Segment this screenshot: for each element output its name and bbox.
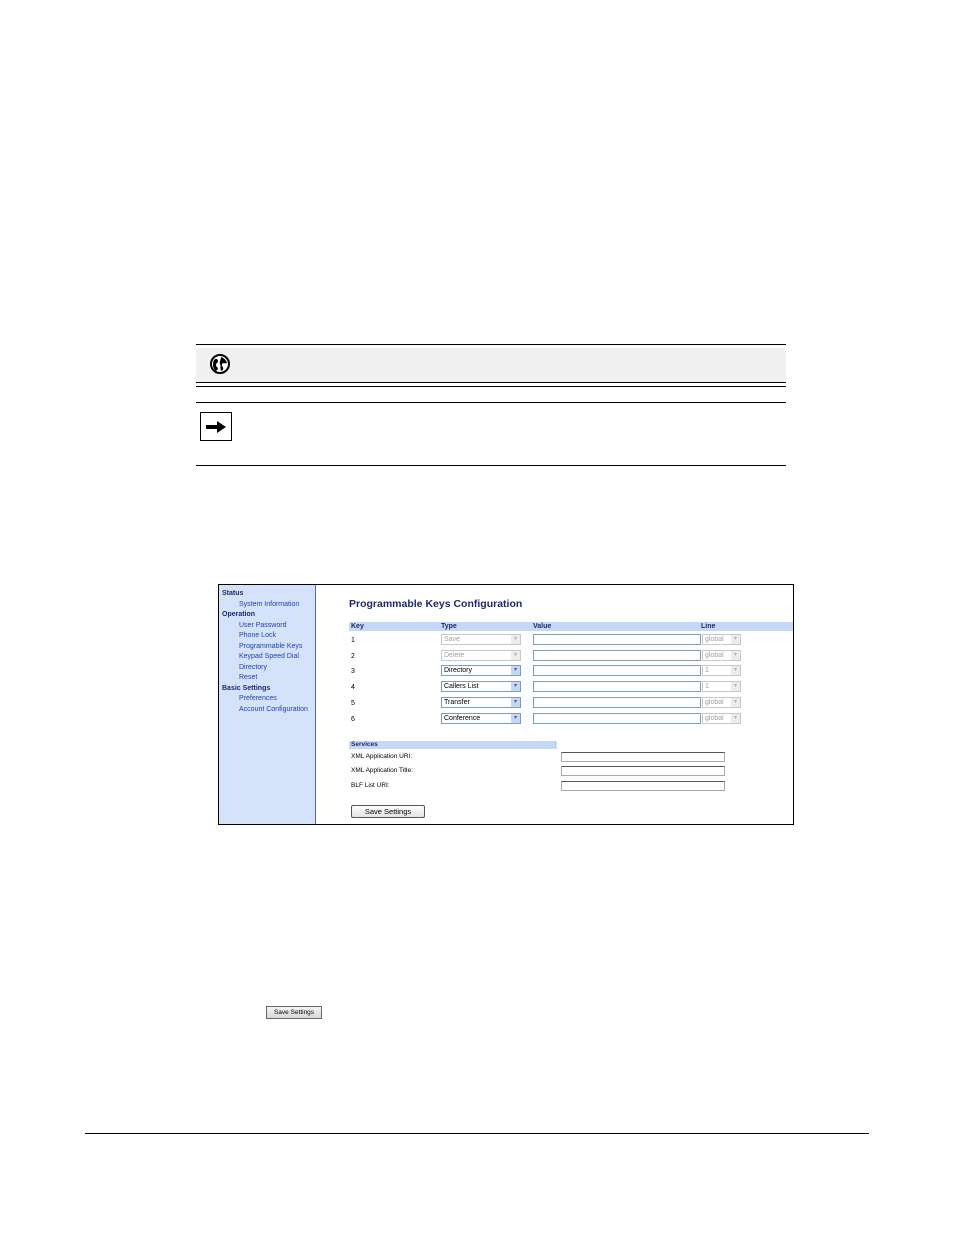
- web-ui-screenshot: Status System Information Operation User…: [218, 584, 794, 825]
- save-settings-button[interactable]: Save Settings: [351, 805, 425, 818]
- value-input[interactable]: [533, 665, 701, 677]
- note-mid-rule-2: [196, 386, 786, 387]
- sidebar-item-keypad-speed-dial[interactable]: Keypad Speed Dial: [219, 652, 315, 663]
- type-select[interactable]: Transfer ▾: [441, 696, 521, 708]
- chevron-down-icon: ▾: [511, 635, 520, 644]
- page-title: Programmable Keys Configuration: [349, 598, 523, 610]
- sidebar-heading-operation[interactable]: Operation: [219, 610, 315, 621]
- line-select: global ▾: [702, 712, 741, 724]
- chevron-down-icon: ▾: [511, 650, 520, 660]
- value-input[interactable]: [533, 649, 701, 661]
- inline-save-settings-button[interactable]: Save Settings: [266, 1006, 322, 1019]
- sidebar-item-preferences[interactable]: Preferences: [219, 694, 315, 705]
- chevron-down-icon: ▾: [511, 682, 520, 692]
- arrow-right-icon: [200, 412, 232, 441]
- note-mid-rule-1: [196, 382, 786, 383]
- line-select-value: global: [705, 698, 724, 706]
- chevron-down-icon: ▾: [511, 713, 520, 723]
- type-select-value: Conference: [444, 714, 481, 722]
- chevron-down-icon: ▾: [731, 682, 740, 692]
- type-select-value: Callers List: [444, 683, 479, 691]
- type-select-value: Directory: [444, 667, 473, 675]
- type-select-value: Delete: [444, 651, 465, 659]
- table-row: 3 Directory ▾ 1 ▾: [317, 665, 793, 681]
- blf-list-uri-label: BLF List URI:: [351, 782, 390, 789]
- type-select[interactable]: Directory ▾: [441, 665, 521, 677]
- key-number: 4: [351, 684, 355, 692]
- services-heading: Services: [349, 741, 557, 749]
- column-header-type: Type: [441, 622, 533, 631]
- line-select: global ▾: [702, 696, 741, 708]
- note-top-rule: [196, 344, 786, 345]
- key-number: 1: [351, 637, 355, 644]
- key-number: 2: [351, 652, 355, 660]
- globe-icon: [210, 354, 230, 374]
- sidebar-item-programmable-keys[interactable]: Programmable Keys: [219, 642, 315, 653]
- type-select-value: Transfer: [444, 698, 470, 706]
- value-input[interactable]: [533, 712, 701, 724]
- column-header-value: Value: [533, 622, 701, 631]
- chevron-down-icon: ▾: [731, 713, 740, 723]
- value-input[interactable]: [533, 681, 701, 693]
- xml-application-uri-label: XML Application URI:: [351, 753, 413, 760]
- sidebar-item-account-configuration[interactable]: Account Configuration: [219, 705, 315, 716]
- table-row: 4 Callers List ▾ 1 ▾: [317, 681, 793, 697]
- line-select: global ▾: [702, 634, 741, 645]
- line-select-value: 1: [705, 683, 709, 691]
- key-number: 5: [351, 699, 355, 707]
- value-input[interactable]: [533, 634, 701, 645]
- chevron-down-icon: ▾: [731, 697, 740, 707]
- sidebar: Status System Information Operation User…: [219, 585, 316, 824]
- table-row: 1 Save ▾ global ▾: [317, 634, 793, 650]
- chevron-down-icon: ▾: [511, 697, 520, 707]
- xml-application-title-label: XML Application Title:: [351, 767, 413, 774]
- line-select: 1 ▾: [702, 665, 741, 677]
- key-number: 6: [351, 715, 355, 723]
- main-panel: Programmable Keys Configuration Key Type…: [317, 585, 793, 824]
- sidebar-item-phone-lock[interactable]: Phone Lock: [219, 631, 315, 642]
- chevron-down-icon: ▾: [731, 666, 740, 676]
- chevron-down-icon: ▾: [731, 650, 740, 660]
- line-select-value: 1: [705, 667, 709, 675]
- footer-rule: [85, 1133, 869, 1134]
- xml-application-uri-field[interactable]: [561, 752, 725, 762]
- tip-top-rule: [196, 402, 786, 403]
- table-row: 6 Conference ▾ global ▾: [317, 712, 793, 729]
- note-band: [196, 348, 786, 382]
- line-select: 1 ▾: [702, 681, 741, 693]
- line-select-value: global: [705, 714, 724, 722]
- line-select-value: global: [705, 636, 724, 643]
- type-select[interactable]: Conference ▾: [441, 712, 521, 724]
- line-select: global ▾: [702, 649, 741, 661]
- type-select[interactable]: Callers List ▾: [441, 681, 521, 693]
- type-select-value: Save: [444, 636, 460, 643]
- sidebar-heading-basic-settings[interactable]: Basic Settings: [219, 684, 315, 695]
- type-select: Delete ▾: [441, 649, 521, 661]
- sidebar-item-user-password[interactable]: User Password: [219, 621, 315, 632]
- column-header-line: Line: [701, 622, 793, 631]
- sidebar-item-system-information[interactable]: System Information: [219, 600, 315, 611]
- chevron-down-icon: ▾: [511, 666, 520, 676]
- sidebar-item-reset[interactable]: Reset: [219, 673, 315, 684]
- blf-list-uri-field[interactable]: [561, 781, 725, 791]
- column-header-key: Key: [349, 622, 443, 631]
- tip-bottom-rule: [196, 465, 786, 466]
- sidebar-item-directory[interactable]: Directory: [219, 663, 315, 674]
- sidebar-heading-status[interactable]: Status: [219, 589, 315, 600]
- table-row: 2 Delete ▾ global ▾: [317, 649, 793, 666]
- key-number: 3: [351, 668, 355, 676]
- line-select-value: global: [705, 651, 724, 659]
- type-select: Save ▾: [441, 634, 521, 645]
- table-row: 5 Transfer ▾ global ▾: [317, 696, 793, 713]
- chevron-down-icon: ▾: [731, 635, 740, 644]
- xml-application-title-field[interactable]: [561, 766, 725, 776]
- value-input[interactable]: [533, 696, 701, 708]
